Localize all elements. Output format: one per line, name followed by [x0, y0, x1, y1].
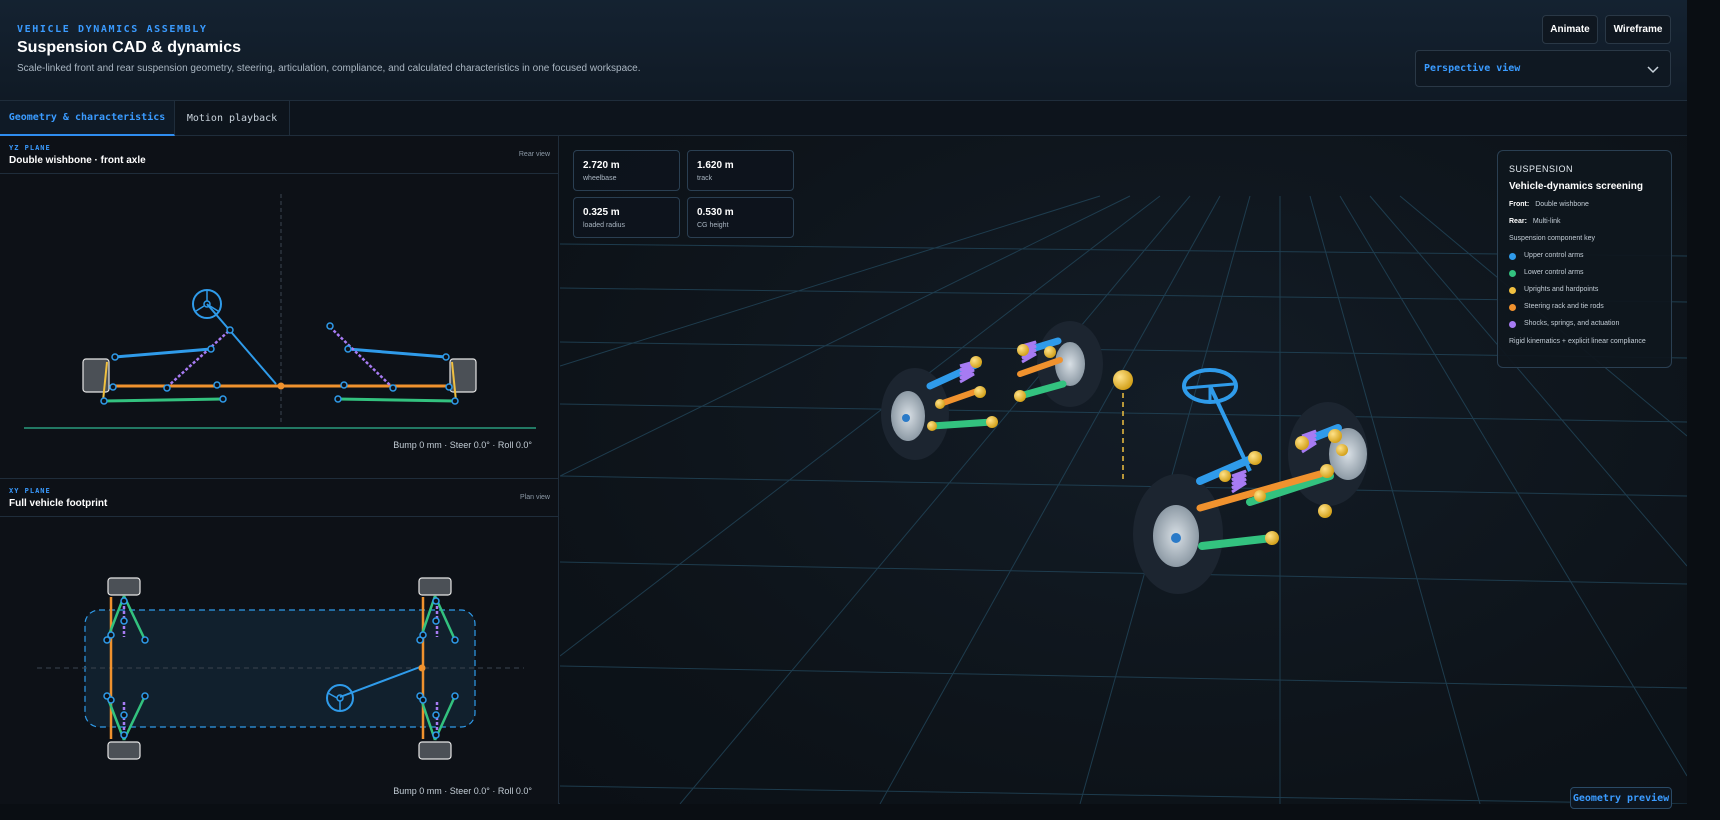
legend-front-value: Double wishbone	[1535, 201, 1589, 208]
legend-front-label: Front:	[1509, 201, 1530, 208]
stat-cg-height-value: 0.530 m	[697, 207, 734, 218]
app-window: VEHICLE DYNAMICS ASSEMBLY Suspension CAD…	[0, 0, 1687, 809]
view-select[interactable]: Perspective view	[1415, 50, 1671, 87]
geometry-preview-button[interactable]: Geometry preview	[1570, 787, 1672, 809]
yz-panel-header: YZ PLANE Double wishbone · front axle Re…	[0, 136, 559, 174]
tire-front-left	[418, 577, 452, 596]
suspension-legend: SUSPENSION Vehicle-dynamics screening Fr…	[1497, 150, 1672, 368]
tab-bar: Geometry & characteristics Motion playba…	[0, 101, 1687, 136]
xy-status: Bump 0 mm · Steer 0.0° · Roll 0.0°	[393, 786, 532, 796]
stat-loaded-radius: 0.325 m loaded radius	[573, 197, 680, 238]
stat-track-label: track	[697, 175, 713, 182]
legend-dot-shocks	[1509, 321, 1516, 328]
stat-track: 1.620 m track	[687, 150, 794, 191]
legend-eyebrow: SUSPENSION	[1509, 164, 1574, 174]
tire-rear-right	[107, 741, 141, 760]
upper-arm-right	[347, 347, 447, 359]
steering-column	[206, 303, 277, 385]
shock-left	[166, 328, 232, 388]
legend-dot-steering	[1509, 304, 1516, 311]
upper-arm-left	[114, 347, 212, 359]
stat-loaded-radius-value: 0.325 m	[583, 207, 620, 218]
tire-rear-left	[107, 577, 141, 596]
shock-right	[329, 326, 394, 389]
legend-title: Vehicle-dynamics screening	[1509, 181, 1643, 192]
3d-steering-wheel-icon	[1182, 368, 1238, 404]
stat-wheelbase-label: wheelbase	[583, 175, 617, 182]
xy-panel-title: Full vehicle footprint	[9, 498, 108, 509]
page-subtitle: Scale-linked front and rear suspension g…	[17, 63, 641, 74]
legend-key-title: Suspension component key	[1509, 235, 1595, 242]
yz-panel-title: Double wishbone · front axle	[9, 155, 146, 166]
legend-note: Rigid kinematics + explicit linear compl…	[1509, 338, 1646, 345]
legend-item-upper: Upper control arms	[1524, 252, 1584, 259]
stat-track-value: 1.620 m	[697, 160, 734, 171]
legend-item-uprights: Uprights and hardpoints	[1524, 286, 1599, 293]
tab-motion-playback[interactable]: Motion playback	[175, 101, 290, 136]
header-eyebrow: VEHICLE DYNAMICS ASSEMBLY	[17, 24, 208, 35]
view-select-value: Perspective view	[1424, 63, 1521, 74]
perspective-viewport[interactable]: 2.720 m wheelbase 1.620 m track 0.325 m …	[560, 136, 1687, 804]
legend-dot-uprights	[1509, 287, 1516, 294]
yz-view-label: Rear view	[518, 151, 550, 158]
yz-status: Bump 0 mm · Steer 0.0° · Roll 0.0°	[393, 440, 532, 450]
legend-item-steering: Steering rack and tie rods	[1524, 303, 1604, 310]
xy-panel-header: XY PLANE Full vehicle footprint Plan vie…	[0, 479, 559, 517]
legend-dot-lower	[1509, 270, 1516, 277]
lower-arm-left	[103, 397, 224, 403]
stat-loaded-radius-label: loaded radius	[583, 222, 626, 229]
hardpoints	[100, 322, 459, 405]
legend-item-lower: Lower control arms	[1524, 269, 1584, 276]
header: VEHICLE DYNAMICS ASSEMBLY Suspension CAD…	[0, 0, 1687, 101]
stat-wheelbase-value: 2.720 m	[583, 160, 620, 171]
xy-rack-center-point	[418, 664, 426, 672]
yz-plane-panel: YZ PLANE Double wishbone · front axle Re…	[0, 136, 559, 479]
chevron-down-icon	[1647, 66, 1659, 74]
rear-axle-assembly	[881, 321, 1103, 460]
legend-front: Front: Double wishbone	[1509, 201, 1589, 208]
legend-rear-value: Multi-link	[1532, 218, 1561, 225]
animate-button[interactable]: Animate	[1542, 15, 1598, 44]
page-title: Suspension CAD & dynamics	[17, 39, 242, 56]
wireframe-button[interactable]: Wireframe	[1605, 15, 1671, 44]
stat-cg-height-label: CG height	[697, 222, 729, 229]
xy-view-label: Plan view	[520, 494, 550, 501]
stat-wheelbase: 2.720 m wheelbase	[573, 150, 680, 191]
legend-rear-label: Rear:	[1509, 218, 1527, 225]
xy-plane-panel: XY PLANE Full vehicle footprint Plan vie…	[0, 479, 559, 804]
yz-geometry-drawing[interactable]	[0, 174, 559, 479]
rack-center-point	[277, 382, 285, 390]
xy-footprint-drawing[interactable]	[0, 517, 559, 804]
legend-dot-upper	[1509, 253, 1516, 260]
tab-geometry-characteristics[interactable]: Geometry & characteristics	[0, 101, 175, 136]
cg-marker	[1113, 370, 1133, 480]
yz-plane-tag: YZ PLANE	[9, 144, 51, 152]
tire-front-right	[418, 741, 452, 760]
legend-item-shocks: Shocks, springs, and actuation	[1524, 320, 1620, 327]
lower-arm-right	[337, 397, 456, 403]
stat-cg-height: 0.530 m CG height	[687, 197, 794, 238]
xy-plane-tag: XY PLANE	[9, 487, 51, 495]
legend-rear: Rear: Multi-link	[1509, 218, 1561, 225]
front-axle-assembly	[1133, 368, 1368, 594]
